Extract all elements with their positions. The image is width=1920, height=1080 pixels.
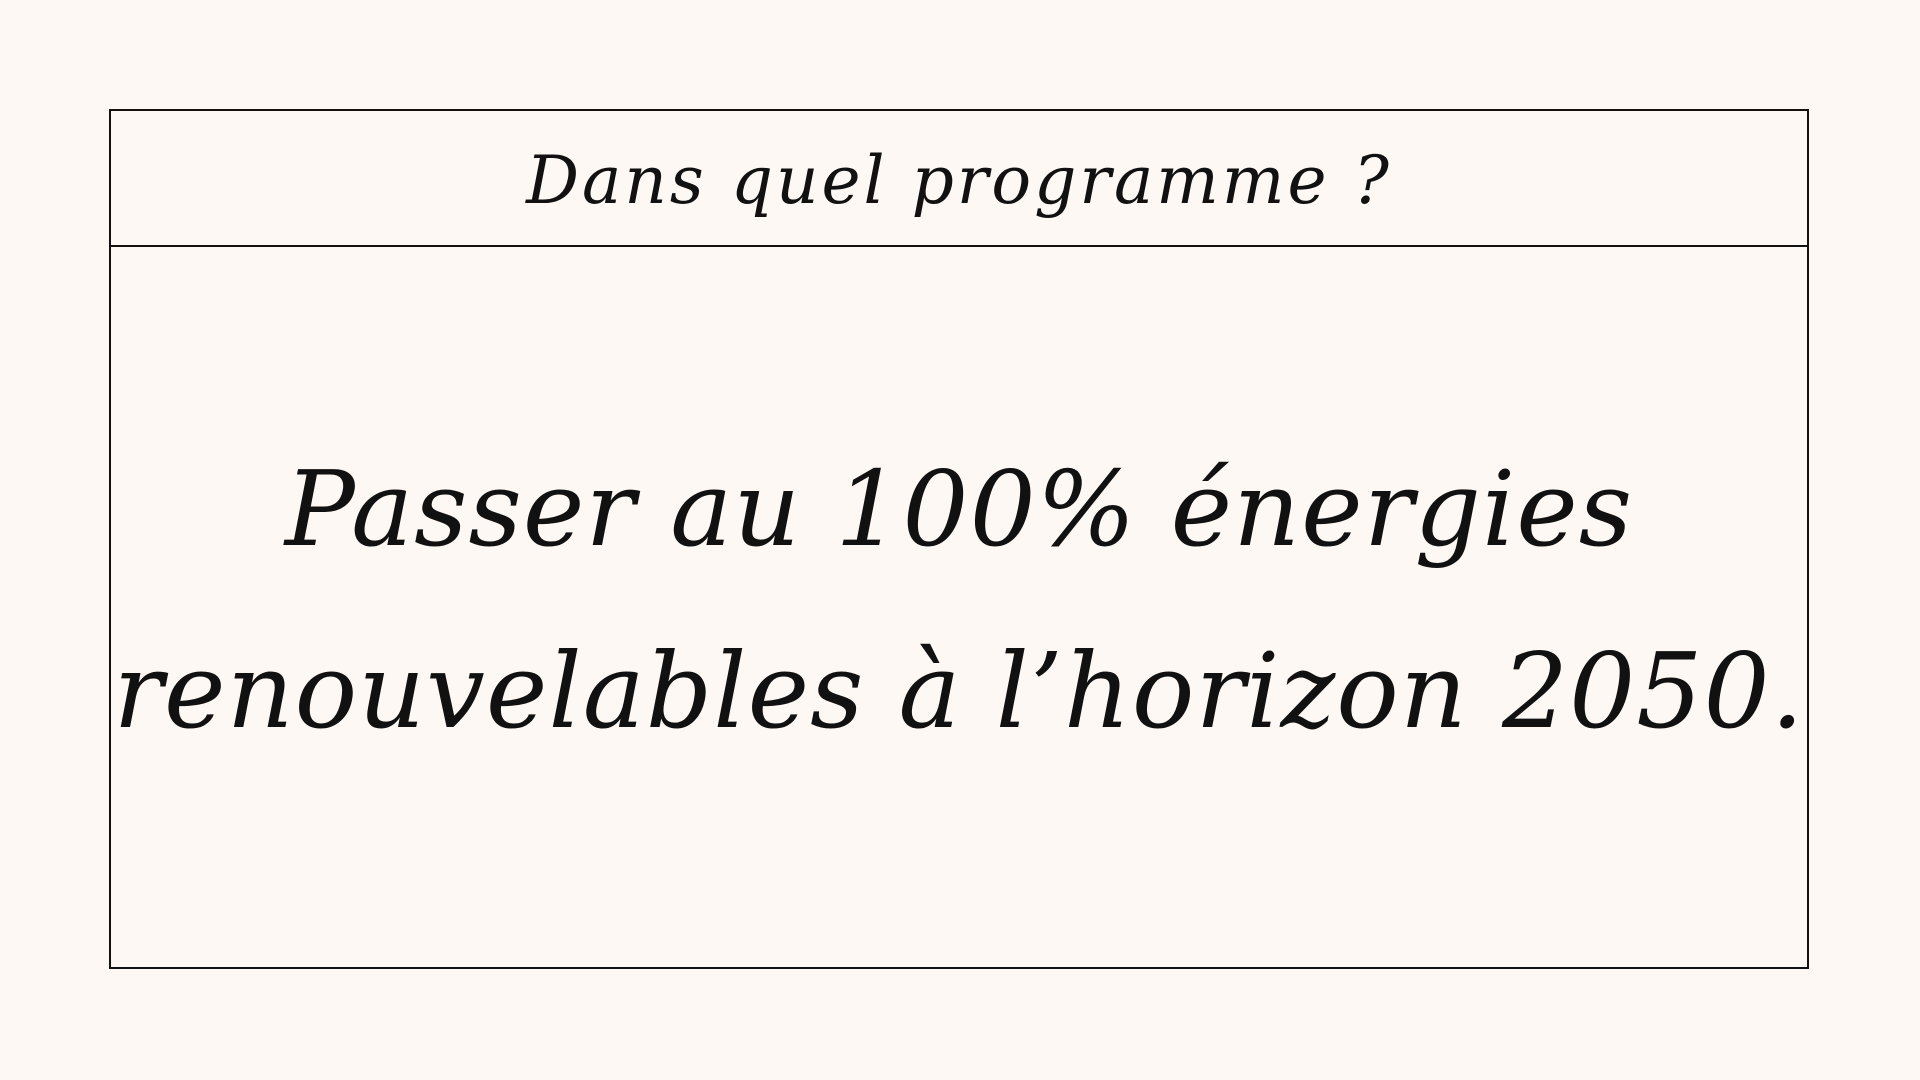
card-body: Passer au 100% énergies renouvelables à … bbox=[111, 247, 1807, 967]
card-header: Dans quel programme ? bbox=[111, 111, 1807, 247]
statement: Passer au 100% énergies renouvelables à … bbox=[113, 418, 1804, 782]
question-title: Dans quel programme ? bbox=[526, 141, 1392, 219]
slide: Dans quel programme ? Passer au 100% éne… bbox=[0, 0, 1920, 1080]
quiz-card: Dans quel programme ? Passer au 100% éne… bbox=[109, 109, 1809, 969]
statement-line-2: renouvelables à l’horizon 2050. bbox=[113, 630, 1805, 752]
statement-line-1: Passer au 100% énergies bbox=[284, 448, 1634, 570]
